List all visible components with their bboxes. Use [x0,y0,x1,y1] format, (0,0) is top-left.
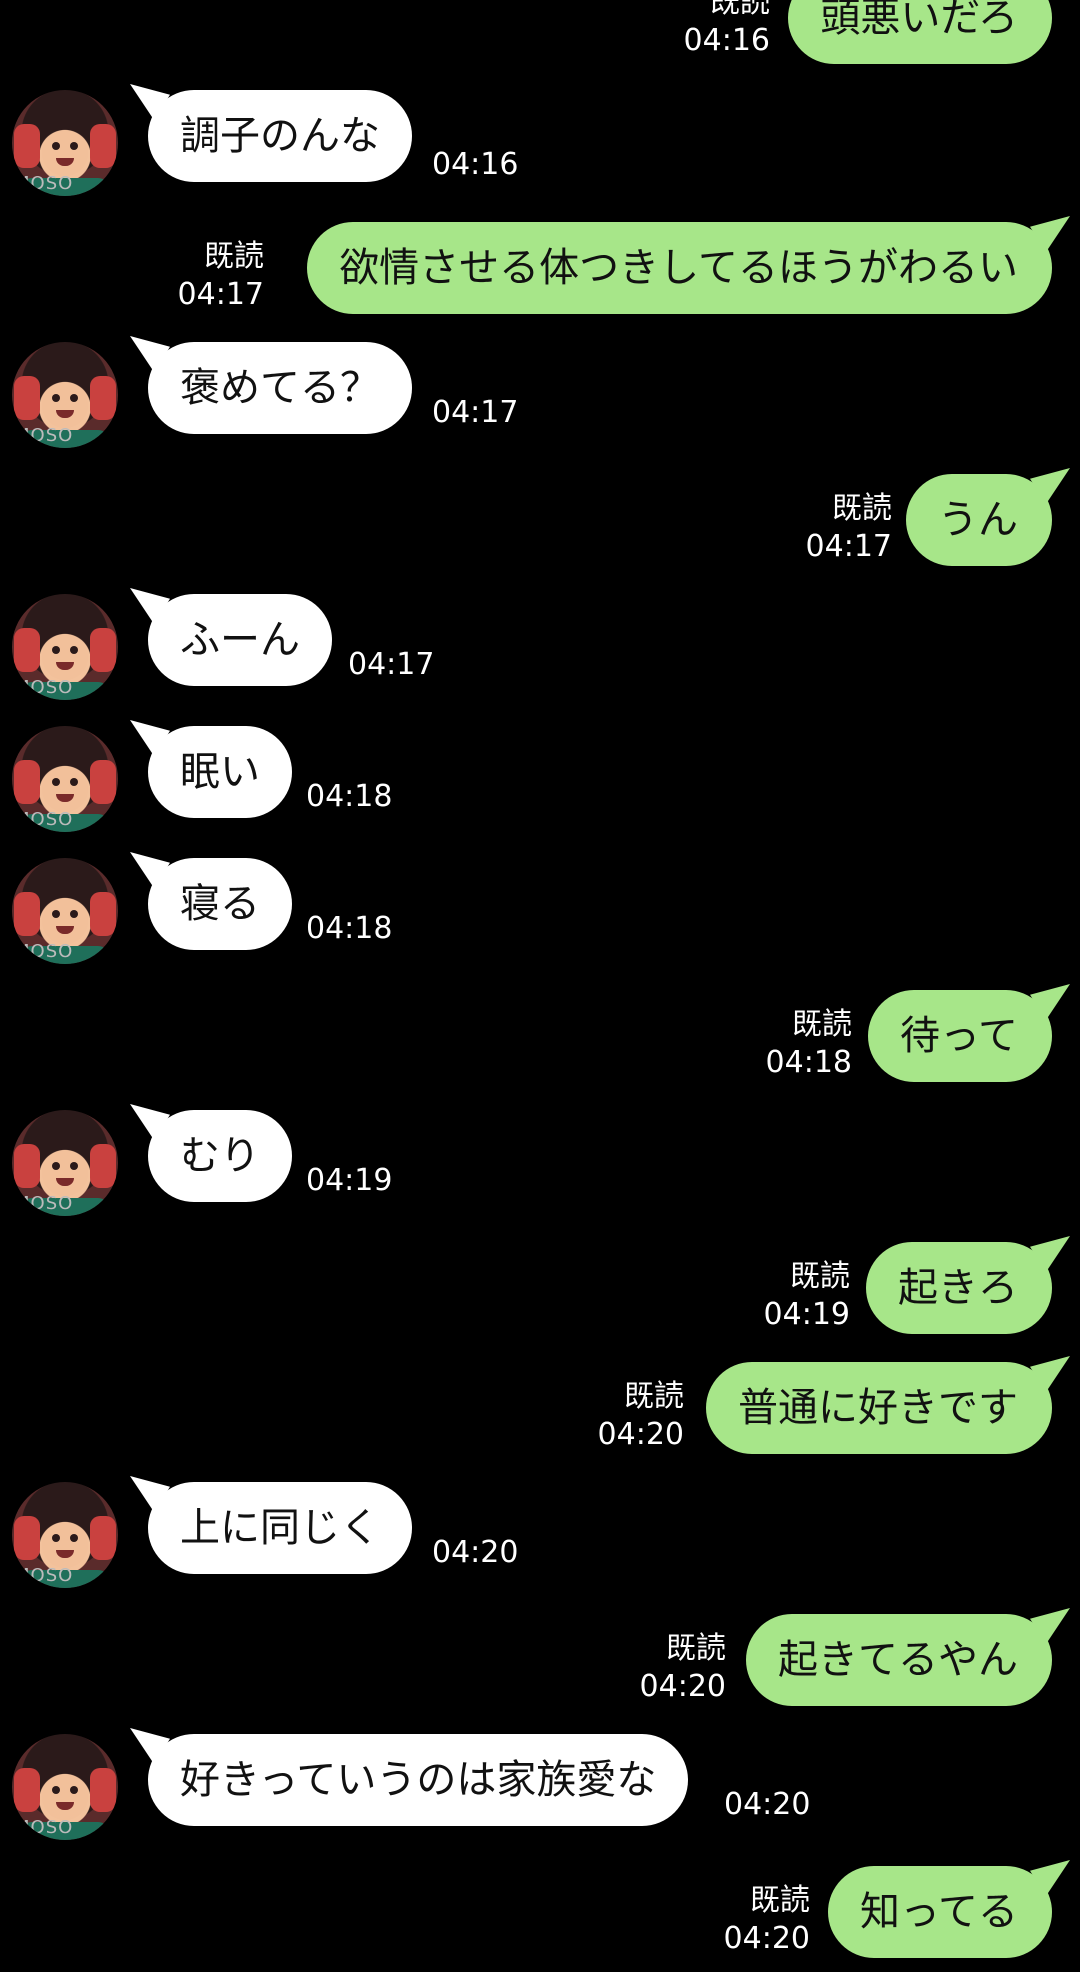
avatar-watermark: MOSO [14,941,74,962]
read-meta: 既読 04:20 [640,1630,726,1706]
sent-message-bubble[interactable]: 欲情させる体つきしてるほうがわるい [307,222,1052,314]
received-message-bubble[interactable]: 褒めてる？ [148,342,412,434]
received-message-bubble[interactable]: 寝る [148,858,292,950]
timestament: 04:16 [432,147,519,182]
received-message-bubble[interactable]: ふーん [148,594,332,686]
contact-avatar[interactable]: MOSO [12,90,118,196]
received-message-bubble[interactable]: 調子のんな [148,90,412,182]
avatar-watermark: MOSO [14,1565,74,1586]
sent-message-bubble[interactable]: 待って [868,990,1052,1082]
read-receipt: 既読 [792,1007,852,1042]
timestamp: 04:20 [597,1417,684,1452]
timestamp: 04:18 [306,911,393,946]
timestamp: 04:18 [765,1045,852,1080]
read-meta: 既読 04:19 [764,1258,850,1334]
read-receipt: 既読 [750,1883,810,1918]
read-receipt: 既読 [624,1379,684,1414]
contact-avatar[interactable]: MOSO [12,1734,118,1840]
timestamp: 04:17 [432,395,519,430]
sent-message-bubble[interactable]: 普通に好きです [706,1362,1052,1454]
read-meta: 既読 04:17 [806,490,892,566]
avatar-watermark: MOSO [14,677,74,698]
read-receipt: 既読 [710,0,770,20]
contact-avatar[interactable]: MOSO [12,858,118,964]
received-message-bubble[interactable]: 眠い [148,726,292,818]
received-message-bubble[interactable]: むり [148,1110,292,1202]
read-meta: 既読 04:20 [598,1378,684,1454]
read-receipt: 既読 [666,1631,726,1666]
avatar-watermark: MOSO [14,1817,74,1838]
contact-avatar[interactable]: MOSO [12,726,118,832]
sent-message-bubble[interactable]: 起きろ [866,1242,1052,1334]
sent-message-bubble[interactable]: 頭悪いだろ [788,0,1052,64]
timestamp: 04:20 [639,1669,726,1704]
sent-message-bubble[interactable]: 知ってる [828,1866,1052,1958]
sent-message-bubble[interactable]: 起きてるやん [746,1614,1052,1706]
timestamp: 04:20 [723,1921,810,1956]
contact-avatar[interactable]: MOSO [12,1482,118,1588]
timestamp: 04:16 [683,23,770,58]
read-meta: 既読 04:20 [724,1882,810,1958]
sent-message-bubble[interactable]: うん [906,474,1052,566]
timestamp: 04:17 [805,529,892,564]
timestamp: 04:19 [763,1297,850,1332]
timestamp: 04:20 [724,1787,811,1822]
avatar-watermark: MOSO [14,173,74,194]
read-meta: 既読 04:16 [684,0,770,60]
timestamp: 04:17 [177,277,264,312]
timestamp: 04:18 [306,779,393,814]
timestamp: 04:19 [306,1163,393,1198]
contact-avatar[interactable]: MOSO [12,594,118,700]
avatar-watermark: MOSO [14,809,74,830]
contact-avatar[interactable]: MOSO [12,342,118,448]
read-receipt: 既読 [204,239,264,274]
read-meta: 既読 04:17 [178,238,264,314]
avatar-watermark: MOSO [14,1193,74,1214]
read-meta: 既読 04:18 [766,1006,852,1082]
contact-avatar[interactable]: MOSO [12,1110,118,1216]
read-receipt: 既読 [832,491,892,526]
timestamp: 04:17 [348,647,435,682]
received-message-bubble[interactable]: 好きっていうのは家族愛な [148,1734,689,1826]
avatar-watermark: MOSO [14,425,74,446]
read-receipt: 既読 [790,1259,850,1294]
timestamp: 04:20 [432,1535,519,1570]
received-message-bubble[interactable]: 上に同じく [148,1482,412,1574]
